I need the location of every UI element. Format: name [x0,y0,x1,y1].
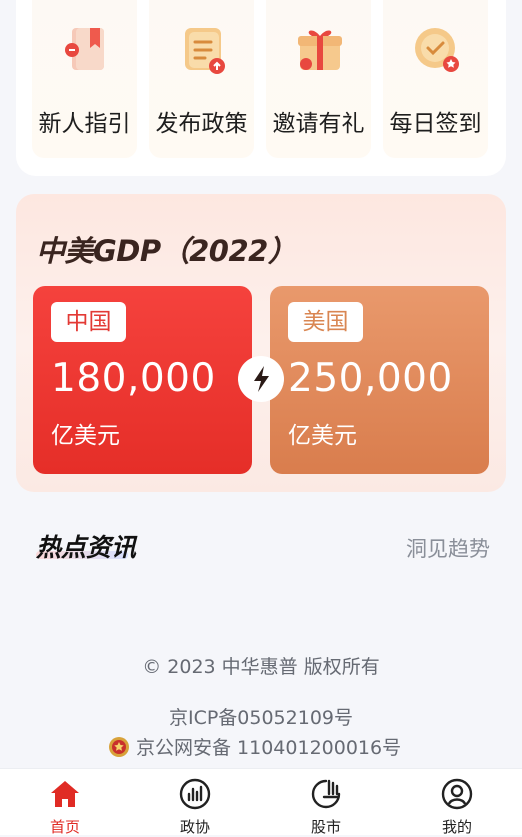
china-gdp-value: 180,000 [51,356,216,401]
chart-circle-icon [179,778,211,810]
police-record-text: 京公网安备 110401200016号 [136,737,402,759]
china-gdp-panel[interactable]: 中国 180,000 亿美元 [33,286,252,474]
china-tag: 中国 [51,302,126,342]
tab-home[interactable]: 首页 [0,769,130,836]
police-record-link[interactable]: 京公网安备 110401200016号 [108,733,401,760]
gdp-comparison-card: 中美GDP（2022） 中国 180,000 亿美元 美国 250,000 亿美… [16,194,506,492]
china-gdp-unit: 亿美元 [51,423,120,449]
quick-action-invite[interactable]: 邀请有礼 [266,0,371,158]
tab-mine[interactable]: 我的 [392,769,522,836]
lightning-icon [254,366,269,392]
police-badge-icon [109,737,129,757]
tab-stock[interactable]: 股市 [261,769,391,836]
tab-cppcc[interactable]: 政协 [130,769,260,836]
quick-action-publish[interactable]: 发布政策 [149,0,254,158]
usa-gdp-value: 250,000 [288,356,453,401]
quick-action-label: 发布政策 [155,111,248,137]
quick-action-guide[interactable]: 新人指引 [32,0,137,158]
quick-action-label: 每日签到 [389,111,482,137]
hot-news-more-link[interactable]: 洞见趋势 [406,533,490,563]
vs-badge [238,356,284,402]
gdp-title: 中美GDP（2022） [36,234,297,268]
quick-action-checkin[interactable]: 每日签到 [383,0,488,158]
usa-tag: 美国 [288,302,363,342]
quick-action-label: 新人指引 [38,111,131,137]
icp-link[interactable]: 京ICP备05052109号 [0,703,522,730]
home-icon [51,781,79,807]
quick-actions-card: 新人指引 发布政策 邀请有礼 每日签到 [16,0,506,176]
stock-icon [311,779,341,809]
copyright-text: © 2023 中华惠普 版权所有 [142,656,380,678]
hot-news-title: 热点资讯 [36,533,137,562]
publish-document-icon [185,28,225,74]
guide-book-icon [65,28,104,70]
user-icon [441,778,473,810]
checkin-badge-icon [415,28,459,72]
gift-box-icon [298,30,342,70]
usa-gdp-unit: 亿美元 [288,423,357,449]
bottom-tab-bar: 首页 政协 股市 我的 [0,768,522,836]
usa-gdp-panel[interactable]: 美国 250,000 亿美元 [270,286,489,474]
quick-action-label: 邀请有礼 [272,111,365,137]
